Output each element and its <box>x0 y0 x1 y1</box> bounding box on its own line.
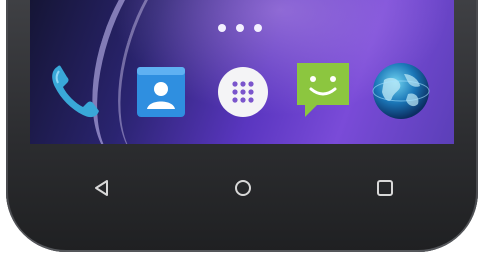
home-button[interactable] <box>225 174 261 206</box>
back-button[interactable] <box>84 174 120 206</box>
contacts-app-icon <box>133 61 189 121</box>
page-indicator-dot <box>236 24 244 32</box>
browser-app[interactable] <box>370 56 432 126</box>
navigation-bar <box>6 160 478 220</box>
phone-app-icon <box>47 61 103 121</box>
page-indicator-dot <box>254 24 262 32</box>
browser-globe-icon <box>370 60 432 122</box>
page-indicator-dot <box>218 24 226 32</box>
back-triangle-icon <box>92 178 112 202</box>
messaging-app[interactable] <box>292 56 354 126</box>
phone-app[interactable] <box>44 56 106 126</box>
page-indicator <box>218 24 262 32</box>
app-drawer-button[interactable] <box>212 56 274 126</box>
messaging-app-icon <box>291 59 355 123</box>
home-screen <box>30 0 454 144</box>
app-drawer-icon <box>215 61 271 121</box>
contacts-app[interactable] <box>130 56 192 126</box>
recents-button[interactable] <box>367 174 403 206</box>
app-dock <box>30 56 454 132</box>
device-frame <box>6 0 478 252</box>
home-circle-icon <box>233 178 253 202</box>
recents-square-icon <box>375 178 395 202</box>
